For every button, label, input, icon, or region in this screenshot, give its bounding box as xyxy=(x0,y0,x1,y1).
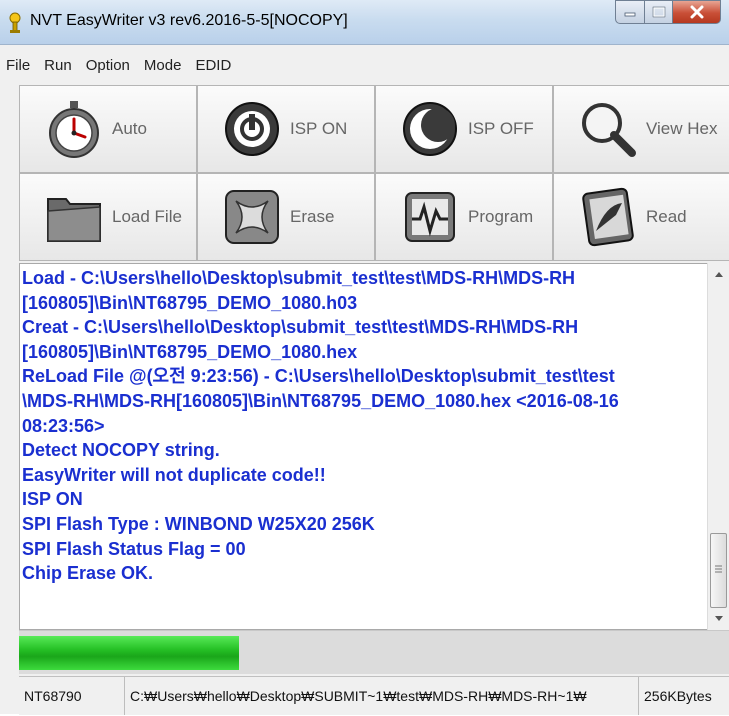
toolbar: Auto ISP ON ISP OFF View Hex Load File E… xyxy=(19,85,729,263)
menu-file[interactable]: File xyxy=(0,57,37,74)
title-bar[interactable]: NVT EasyWriter v3 rev6.2016-5-5[NOCOPY] xyxy=(0,0,729,45)
log-line: Creat - C:\Users\hello\Desktop\submit_te… xyxy=(22,317,579,338)
close-icon xyxy=(690,5,703,19)
folder-icon xyxy=(47,198,101,242)
log-line: Chip Erase OK. xyxy=(22,563,154,584)
auto-button[interactable]: Auto xyxy=(19,85,197,173)
close-button[interactable] xyxy=(673,0,721,24)
load-file-button[interactable]: Load File xyxy=(19,173,197,261)
status-path: C:₩Users₩hello₩Desktop₩SUBMIT~1₩test₩MDS… xyxy=(125,677,639,715)
view-hex-label: View Hex xyxy=(646,119,718,138)
scroll-down-button[interactable] xyxy=(708,610,729,628)
erase-button[interactable]: Erase xyxy=(197,173,375,261)
stopwatch-icon xyxy=(49,101,99,158)
window-controls xyxy=(615,0,721,26)
status-bar: NT68790 C:₩Users₩hello₩Desktop₩SUBMIT~1₩… xyxy=(19,676,729,715)
read-label: Read xyxy=(646,207,687,226)
power-on-icon xyxy=(225,102,279,156)
log-line: \MDS-RH\MDS-RH[160805]\Bin\NT68795_DEMO_… xyxy=(22,390,619,411)
log-line: Load - C:\Users\hello\Desktop\submit_tes… xyxy=(22,268,576,288)
scroll-up-button[interactable] xyxy=(708,265,729,283)
app-icon xyxy=(9,12,21,33)
log-line: [160805]\Bin\NT68795_DEMO_1080.h03 xyxy=(22,292,358,313)
isp-off-label: ISP OFF xyxy=(468,119,534,138)
log-line: Detect NOCOPY string. xyxy=(22,440,220,461)
log-scrollbar[interactable] xyxy=(707,263,729,630)
moon-icon xyxy=(403,102,457,156)
minimize-icon xyxy=(624,12,636,17)
log-line: EasyWriter will not duplicate code!! xyxy=(22,464,326,485)
maximize-button[interactable] xyxy=(645,0,673,24)
menu-mode[interactable]: Mode xyxy=(137,57,189,74)
status-chip: NT68790 xyxy=(19,677,125,715)
log-output[interactable]: Load - C:\Users\hello\Desktop\submit_tes… xyxy=(19,263,708,630)
progress-fill xyxy=(19,636,240,670)
view-hex-button[interactable]: View Hex xyxy=(553,85,729,173)
scroll-thumb[interactable] xyxy=(710,533,727,608)
status-size: 256KBytes xyxy=(644,688,712,704)
isp-on-label: ISP ON xyxy=(290,119,348,138)
erase-label: Erase xyxy=(290,207,335,226)
isp-off-button[interactable]: ISP OFF xyxy=(375,85,553,173)
log-line: SPI Flash Status Flag = 00 xyxy=(22,538,246,559)
menu-edid[interactable]: EDID xyxy=(188,57,238,74)
program-label: Program xyxy=(468,207,534,226)
program-icon xyxy=(405,192,455,242)
program-button[interactable]: Program xyxy=(375,173,553,261)
menu-run[interactable]: Run xyxy=(37,57,79,74)
log-line: ISP ON xyxy=(22,489,83,510)
log-line: SPI Flash Type : WINBOND W25X20 256K xyxy=(22,513,375,534)
log-line: 08:23:56> xyxy=(22,415,105,436)
progress-bar xyxy=(19,630,729,674)
log-lines: Load - C:\Users\hello\Desktop\submit_tes… xyxy=(20,266,619,586)
menu-bar: File Run Option Mode EDID xyxy=(0,53,729,77)
log-line: [160805]\Bin\NT68795_DEMO_1080.hex xyxy=(22,341,358,362)
menu-option[interactable]: Option xyxy=(79,57,137,74)
maximize-icon xyxy=(652,6,665,18)
scroll-down-arrow-icon xyxy=(714,616,723,621)
window-title: NVT EasyWriter v3 rev6.2016-5-5[NOCOPY] xyxy=(30,12,348,29)
minimize-button[interactable] xyxy=(615,0,645,24)
isp-on-button[interactable]: ISP ON xyxy=(197,85,375,173)
app-window: NVT EasyWriter v3 rev6.2016-5-5[NOCOPY] … xyxy=(0,0,729,715)
grip-icon xyxy=(715,565,722,573)
read-button[interactable]: Read xyxy=(553,173,729,261)
log-line: ReLoad File @(오전 9:23:56) - C:\Users\hel… xyxy=(22,366,615,387)
scroll-up-arrow-icon xyxy=(714,272,723,277)
load-file-label: Load File xyxy=(112,207,182,226)
auto-label: Auto xyxy=(112,119,147,138)
magnifier-icon xyxy=(582,103,636,157)
erase-icon xyxy=(225,190,279,244)
read-icon xyxy=(582,187,634,247)
